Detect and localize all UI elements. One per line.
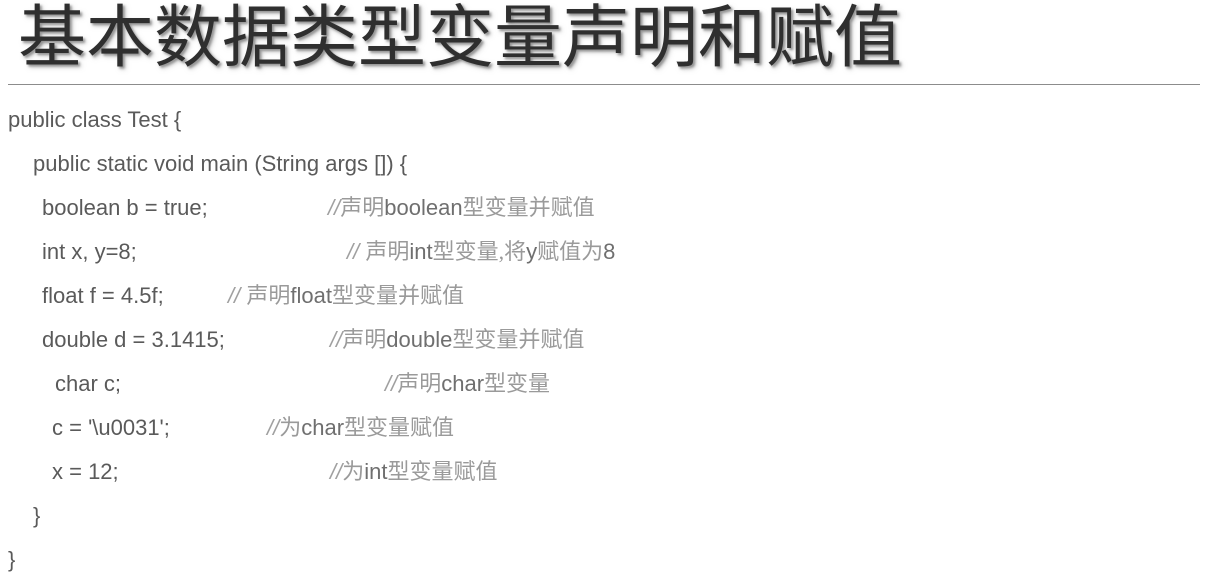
code-statement: double d = 3.1415; (42, 327, 225, 352)
code-statement: } (33, 503, 41, 528)
title-block: 基本数据类型变量声明和赋值 (0, 0, 1212, 80)
code-line: int x, y=8; // 声明int型变量,将y赋值为8 (0, 230, 1212, 274)
code-statement: boolean b = true; (42, 195, 208, 220)
slide-canvas: 基本数据类型变量声明和赋值 public class Test { public … (0, 0, 1212, 576)
code-line: double d = 3.1415; //声明double型变量并赋值 (0, 318, 1212, 362)
code-line: float f = 4.5f; // 声明float型变量并赋值 (0, 274, 1212, 318)
code-line: } (0, 494, 1212, 538)
code-comment: //为char型变量赋值 (267, 415, 455, 440)
code-comment: // 声明float型变量并赋值 (228, 283, 464, 308)
code-statement: char c; (55, 371, 122, 396)
code-statement: c = '\u0031'; (52, 415, 170, 440)
code-statement: } (8, 547, 16, 572)
code-statement: float f = 4.5f; (42, 283, 164, 308)
title-divider (8, 84, 1200, 85)
code-comment: //声明boolean型变量并赋值 (328, 195, 595, 220)
code-line: c = '\u0031'; //为char型变量赋值 (0, 406, 1212, 450)
code-listing: public class Test { public static void ma… (0, 98, 1212, 582)
code-statement: x = 12; (52, 459, 119, 484)
page-title: 基本数据类型变量声明和赋值 (18, 0, 903, 76)
code-line: public class Test { (0, 98, 1212, 142)
code-line: x = 12; //为int型变量赋值 (0, 450, 1212, 494)
code-line: char c; //声明char型变量 (0, 362, 1212, 406)
code-comment: // 声明int型变量,将y赋值为8 (347, 239, 616, 264)
code-comment: //声明double型变量并赋值 (330, 327, 585, 352)
code-statement: public static void main (String args [])… (33, 151, 408, 176)
code-statement: public class Test { (8, 107, 182, 132)
code-comment: //声明char型变量 (385, 371, 551, 396)
code-statement: int x, y=8; (42, 239, 137, 264)
code-line: } (0, 538, 1212, 582)
code-comment: //为int型变量赋值 (330, 459, 498, 484)
code-line: boolean b = true; //声明boolean型变量并赋值 (0, 186, 1212, 230)
code-line: public static void main (String args [])… (0, 142, 1212, 186)
